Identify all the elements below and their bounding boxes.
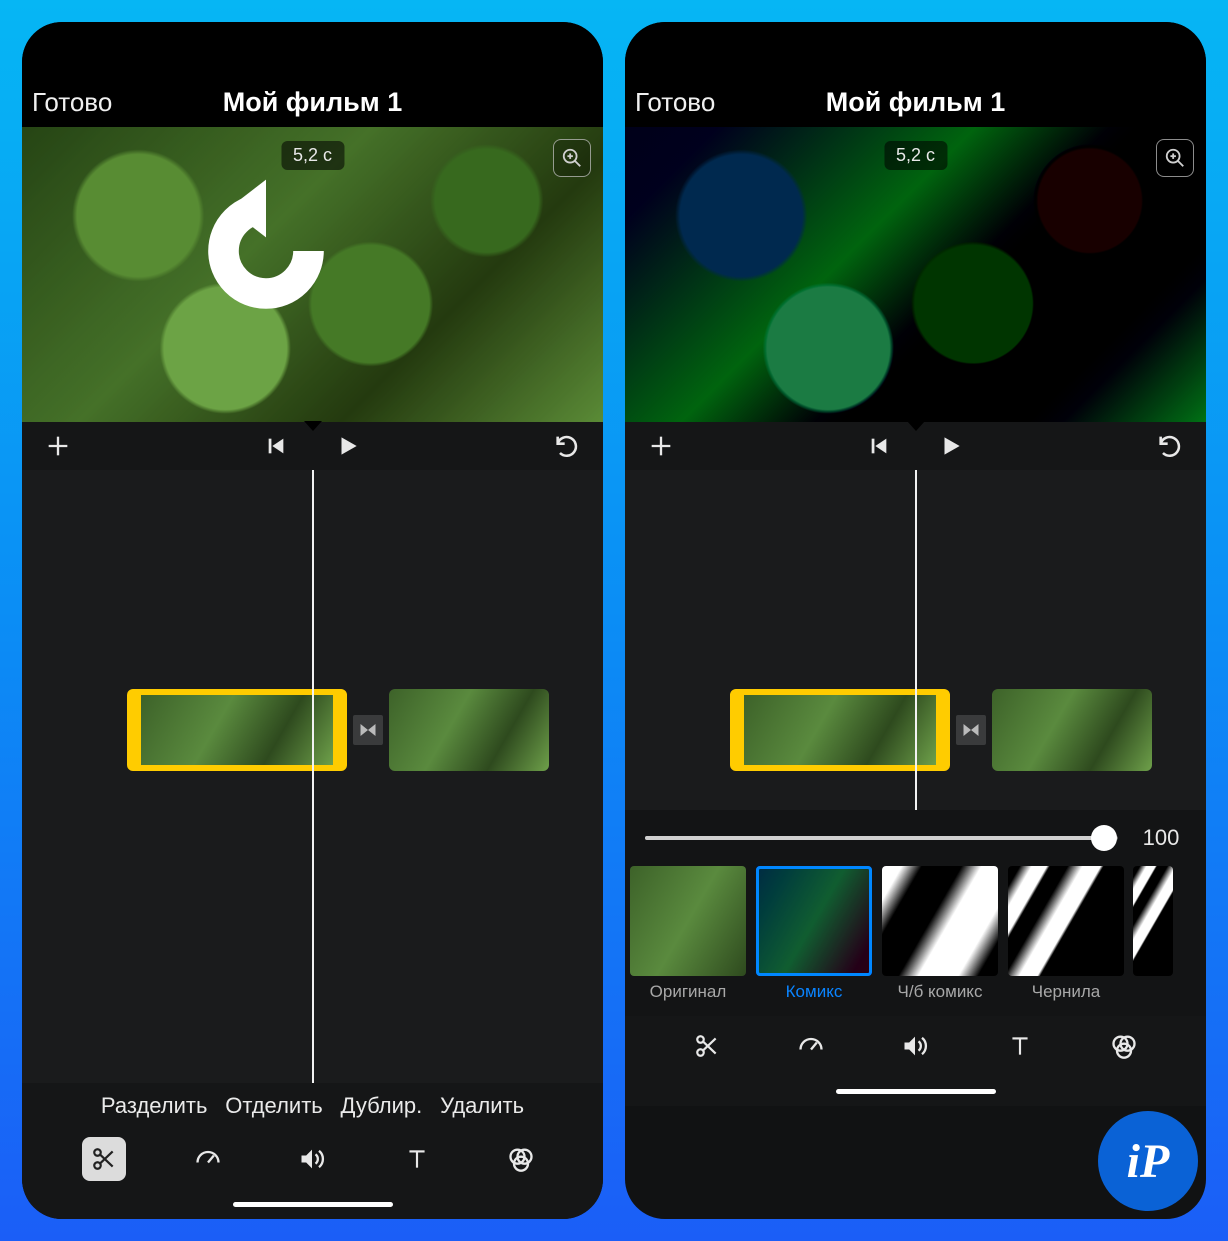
filter-original[interactable]: Оригинал	[629, 866, 747, 1016]
topbar: Готово Мой фильм 1	[625, 77, 1206, 127]
done-button[interactable]: Готово	[635, 87, 715, 118]
statusbar	[625, 22, 1206, 77]
filter-thumb	[1133, 866, 1173, 976]
clip-selected[interactable]	[127, 689, 347, 771]
tool-cut[interactable]	[685, 1024, 729, 1068]
tool-filters[interactable]	[499, 1137, 543, 1181]
done-button[interactable]: Готово	[32, 87, 112, 118]
volume-icon	[901, 1032, 929, 1060]
filter-comic[interactable]: Комикс	[755, 866, 873, 1016]
add-media-button[interactable]	[44, 432, 72, 460]
tool-speed[interactable]	[186, 1137, 230, 1181]
tool-titles[interactable]	[998, 1024, 1042, 1068]
filter-intensity-value: 100	[1136, 825, 1186, 851]
home-indicator[interactable]	[22, 1189, 603, 1219]
speedometer-icon	[797, 1032, 825, 1060]
filter-intensity-slider[interactable]	[645, 836, 1118, 840]
scissors-icon	[91, 1146, 117, 1172]
slider-knob[interactable]	[1091, 825, 1117, 851]
clip-duration-badge: 5,2 c	[884, 141, 947, 170]
skip-back-button[interactable]	[868, 435, 890, 457]
transport-row	[625, 422, 1206, 470]
tool-cut[interactable]	[82, 1137, 126, 1181]
action-delete[interactable]: Удалить	[440, 1093, 524, 1119]
playhead[interactable]	[312, 470, 314, 1083]
text-icon	[404, 1146, 430, 1172]
filter-label: Оригинал	[650, 982, 727, 1002]
filter-thumb	[630, 866, 746, 976]
preview-image	[625, 127, 1206, 422]
timeline[interactable]	[625, 470, 1206, 810]
statusbar	[22, 22, 603, 77]
tool-row	[625, 1016, 1206, 1076]
add-media-button[interactable]	[647, 432, 675, 460]
playhead[interactable]	[915, 470, 917, 810]
zoom-button[interactable]	[553, 139, 591, 177]
tool-titles[interactable]	[395, 1137, 439, 1181]
undo-button[interactable]	[1156, 432, 1184, 460]
filter-thumb	[1008, 866, 1124, 976]
filter-more[interactable]	[1133, 866, 1173, 1016]
filter-intensity-row: 100	[625, 810, 1206, 866]
volume-icon	[298, 1145, 326, 1173]
watermark-badge: iP	[1098, 1111, 1198, 1211]
phone-right: Готово Мой фильм 1 5,2 c	[625, 22, 1206, 1219]
filter-thumb	[756, 866, 872, 976]
tool-row	[22, 1129, 603, 1189]
clip-next[interactable]	[389, 689, 549, 771]
speedometer-icon	[194, 1145, 222, 1173]
action-duplicate[interactable]: Дублир.	[341, 1093, 423, 1119]
clip-next[interactable]	[992, 689, 1152, 771]
filter-strip[interactable]: Оригинал Комикс Ч/б комикс Чернила	[625, 866, 1206, 1016]
clip-actions-row: Разделить Отделить Дублир. Удалить	[22, 1083, 603, 1129]
action-split[interactable]: Разделить	[101, 1093, 208, 1119]
project-title: Мой фильм 1	[826, 87, 1006, 118]
project-title: Мой фильм 1	[223, 87, 403, 118]
play-button[interactable]	[335, 433, 361, 459]
filter-thumb	[882, 866, 998, 976]
scissors-icon	[694, 1033, 720, 1059]
tool-filters[interactable]	[1102, 1024, 1146, 1068]
filters-icon	[507, 1145, 535, 1173]
filter-ink[interactable]: Чернила	[1007, 866, 1125, 1016]
transition-icon[interactable]	[956, 715, 986, 745]
timeline[interactable]	[22, 470, 603, 1083]
phone-left: Готово Мой фильм 1 5,2 c	[22, 22, 603, 1219]
play-button[interactable]	[938, 433, 964, 459]
preview-area[interactable]: 5,2 c	[625, 127, 1206, 422]
tool-speed[interactable]	[789, 1024, 833, 1068]
preview-area[interactable]: 5,2 c	[22, 127, 603, 422]
tool-audio[interactable]	[290, 1137, 334, 1181]
clip-selected[interactable]	[730, 689, 950, 771]
undo-button[interactable]	[553, 432, 581, 460]
topbar: Готово Мой фильм 1	[22, 77, 603, 127]
filter-label: Комикс	[786, 982, 843, 1002]
filters-icon	[1110, 1032, 1138, 1060]
zoom-button[interactable]	[1156, 139, 1194, 177]
filter-bw-comic[interactable]: Ч/б комикс	[881, 866, 999, 1016]
filter-label: Ч/б комикс	[898, 982, 983, 1002]
transition-icon[interactable]	[353, 715, 383, 745]
home-indicator[interactable]	[625, 1076, 1206, 1106]
filter-label: Чернила	[1032, 982, 1101, 1002]
tool-audio[interactable]	[893, 1024, 937, 1068]
action-detach[interactable]: Отделить	[225, 1093, 322, 1119]
undo-overlay-icon	[181, 166, 351, 336]
transport-row	[22, 422, 603, 470]
text-icon	[1007, 1033, 1033, 1059]
skip-back-button[interactable]	[265, 435, 287, 457]
